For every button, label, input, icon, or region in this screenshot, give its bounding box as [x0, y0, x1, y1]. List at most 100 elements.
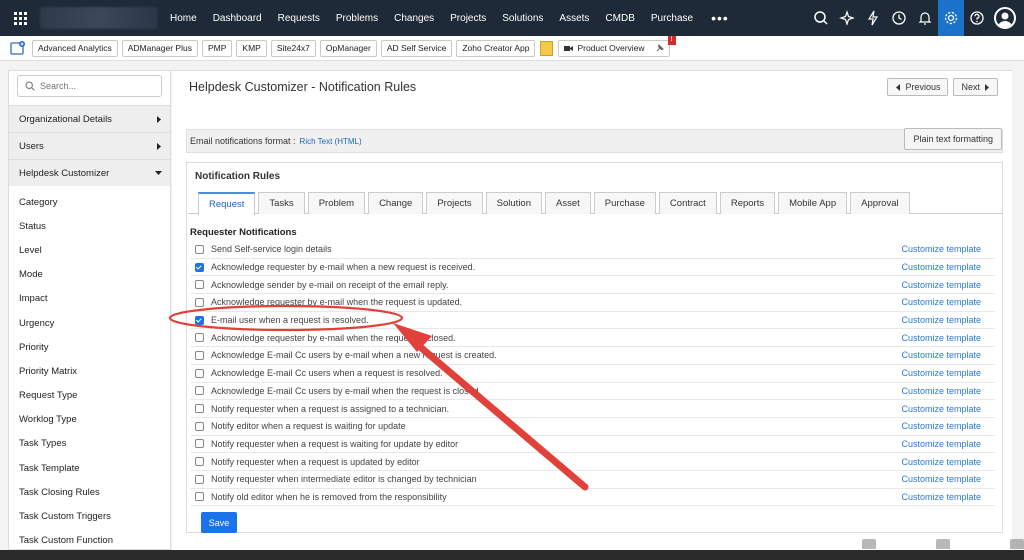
nav-cmdb[interactable]: CMDB — [605, 13, 634, 24]
sidebar-item-status[interactable]: Status — [9, 214, 170, 238]
customize-template-link[interactable]: Customize template — [901, 474, 981, 484]
sidebar-item-task-closing-rules[interactable]: Task Closing Rules — [9, 480, 170, 504]
tab-solution[interactable]: Solution — [485, 192, 543, 214]
rule-checkbox[interactable] — [195, 350, 204, 360]
next-button[interactable]: Next — [953, 78, 998, 96]
plain-text-formatting-button[interactable]: Plain text formatting — [904, 128, 1002, 150]
rule-checkbox[interactable] — [195, 333, 204, 343]
sidebar-search-input[interactable] — [40, 81, 160, 91]
notes-icon[interactable] — [540, 40, 554, 56]
customize-template-link[interactable]: Customize template — [901, 386, 981, 396]
sidebar-group-users[interactable]: Users — [9, 132, 170, 159]
sidebar-item-urgency[interactable]: Urgency — [9, 311, 170, 335]
notification-rule-row: Notify editor when a request is waiting … — [190, 418, 995, 436]
app-admanager-plus[interactable]: ADManager Plus — [121, 39, 198, 57]
app-advanced-analytics[interactable]: Advanced Analytics — [32, 39, 118, 57]
customize-template-link[interactable]: Customize template — [901, 492, 981, 502]
tab-reports[interactable]: Reports — [719, 192, 776, 214]
rule-checkbox[interactable] — [195, 386, 204, 396]
customize-template-link[interactable]: Customize template — [901, 262, 981, 272]
rule-checkbox[interactable] — [195, 280, 204, 290]
search-icon[interactable] — [808, 0, 834, 36]
customize-template-link[interactable]: Customize template — [901, 457, 981, 467]
tab-contract[interactable]: Contract — [658, 192, 717, 214]
app-site24x7[interactable]: Site24x7 — [270, 39, 316, 57]
app-opmanager[interactable]: OpManager — [319, 39, 377, 57]
sidebar-item-worklog-type[interactable]: Worklog Type — [9, 408, 170, 432]
sidebar-item-task-template[interactable]: Task Template — [9, 456, 170, 480]
rule-checkbox[interactable] — [195, 315, 204, 325]
nav-problems[interactable]: Problems — [336, 13, 378, 24]
add-app-icon[interactable] — [10, 40, 26, 56]
customize-template-link[interactable]: Customize template — [901, 297, 981, 307]
lightning-icon[interactable] — [860, 0, 886, 36]
nav-home[interactable]: Home — [170, 13, 197, 24]
app-zoho-creator[interactable]: Zoho Creator App — [456, 39, 536, 57]
user-avatar-icon[interactable] — [994, 7, 1016, 29]
rule-checkbox[interactable] — [195, 439, 204, 449]
app-pmp[interactable]: PMP — [201, 39, 233, 57]
sidebar-item-impact[interactable]: Impact — [9, 287, 170, 311]
sidebar-item-task-custom-triggers[interactable]: Task Custom Triggers — [9, 504, 170, 528]
ai-sparkle-icon[interactable] — [834, 0, 860, 36]
app-ad-self-service[interactable]: AD Self Service — [380, 39, 453, 57]
nav-projects[interactable]: Projects — [450, 13, 486, 24]
tab-tasks[interactable]: Tasks — [258, 192, 305, 214]
nav-changes[interactable]: Changes — [394, 13, 434, 24]
rule-checkbox[interactable] — [195, 404, 204, 414]
nav-purchase[interactable]: Purchase — [651, 13, 693, 24]
customize-template-link[interactable]: Customize template — [901, 280, 981, 290]
customize-template-link[interactable]: Customize template — [901, 315, 981, 325]
nav-requests[interactable]: Requests — [278, 13, 320, 24]
nav-more[interactable]: ••• — [711, 11, 729, 25]
sidebar-item-task-types[interactable]: Task Types — [9, 432, 170, 456]
rule-checkbox[interactable] — [195, 474, 204, 484]
tab-projects[interactable]: Projects — [426, 192, 483, 214]
sidebar-item-mode[interactable]: Mode — [9, 263, 170, 287]
rule-checkbox[interactable] — [195, 297, 204, 307]
gear-icon[interactable] — [938, 0, 964, 36]
sidebar-item-request-type[interactable]: Request Type — [9, 384, 170, 408]
sidebar-search[interactable] — [17, 75, 162, 97]
bell-icon[interactable] — [912, 0, 938, 36]
sidebar-item-list: Category Status Level Mode Impact Urgenc… — [9, 186, 170, 549]
customize-template-link[interactable]: Customize template — [901, 404, 981, 414]
customize-template-link[interactable]: Customize template — [901, 333, 981, 343]
help-icon[interactable] — [964, 0, 990, 36]
nav-assets[interactable]: Assets — [559, 13, 589, 24]
save-button[interactable]: Save — [201, 512, 237, 533]
customize-template-link[interactable]: Customize template — [901, 350, 981, 360]
sidebar-group-organizational-details[interactable]: Organizational Details — [9, 105, 170, 132]
pin-icon[interactable] — [655, 43, 664, 53]
nav-solutions[interactable]: Solutions — [502, 13, 543, 24]
rule-checkbox[interactable] — [195, 244, 204, 254]
rule-checkbox[interactable] — [195, 421, 204, 431]
customize-template-link[interactable]: Customize template — [901, 368, 981, 378]
rule-checkbox[interactable] — [195, 262, 204, 272]
tab-problem[interactable]: Problem — [307, 192, 366, 214]
rule-checkbox[interactable] — [195, 368, 204, 378]
customize-template-link[interactable]: Customize template — [901, 421, 981, 431]
sidebar-item-priority[interactable]: Priority — [9, 335, 170, 359]
previous-button[interactable]: Previous — [887, 78, 949, 96]
rule-checkbox[interactable] — [195, 457, 204, 467]
tab-purchase[interactable]: Purchase — [593, 192, 656, 214]
customize-template-link[interactable]: Customize template — [901, 244, 981, 254]
sidebar-item-level[interactable]: Level — [9, 238, 170, 262]
sidebar-item-task-custom-function[interactable]: Task Custom Function — [9, 529, 170, 549]
app-kmp[interactable]: KMP — [236, 39, 267, 57]
nav-dashboard[interactable]: Dashboard — [213, 13, 262, 24]
tab-change[interactable]: Change — [368, 192, 424, 214]
sidebar-item-priority-matrix[interactable]: Priority Matrix — [9, 359, 170, 383]
tab-asset[interactable]: Asset — [545, 192, 591, 214]
rule-checkbox[interactable] — [195, 492, 204, 502]
history-icon[interactable] — [886, 0, 912, 36]
product-overview-button[interactable]: Product Overview ! — [558, 35, 676, 57]
app-grid-icon[interactable] — [0, 0, 40, 36]
customize-template-link[interactable]: Customize template — [901, 439, 981, 449]
sidebar-item-category[interactable]: Category — [9, 190, 170, 214]
tab-request[interactable]: Request — [198, 192, 256, 215]
tab-mobile-app[interactable]: Mobile App — [778, 192, 848, 214]
sidebar-group-helpdesk-customizer[interactable]: Helpdesk Customizer — [9, 159, 170, 186]
tab-approval[interactable]: Approval — [850, 192, 910, 214]
